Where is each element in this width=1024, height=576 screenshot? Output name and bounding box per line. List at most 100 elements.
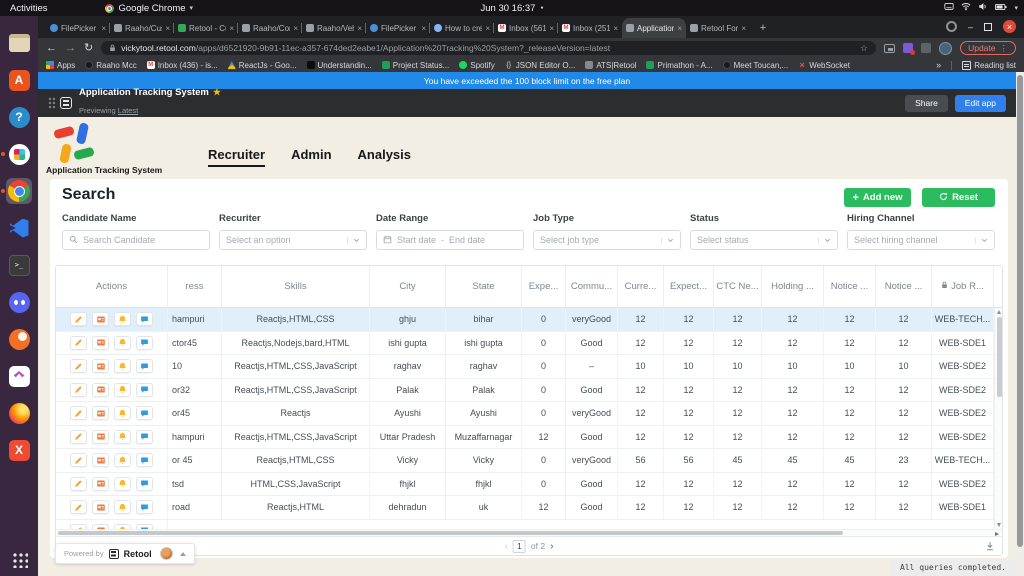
dock-item-firefox[interactable] xyxy=(6,400,32,426)
notify-button[interactable] xyxy=(114,453,131,468)
notify-button[interactable] xyxy=(114,335,131,350)
resume-button[interactable] xyxy=(92,382,109,397)
new-tab-button[interactable] xyxy=(755,20,771,36)
edit-button[interactable] xyxy=(70,382,87,397)
tab-close-icon[interactable] xyxy=(293,24,298,33)
prev-page-button[interactable]: ‹ xyxy=(505,541,508,552)
comment-button[interactable] xyxy=(136,312,153,327)
bookmark-raaho-mcc[interactable]: Raaho Mcc xyxy=(85,61,137,70)
debug-avatar[interactable] xyxy=(159,547,173,560)
bookmark-json-editor-o[interactable]: JSON Editor O... xyxy=(505,61,576,70)
url-input[interactable]: vickytool.retool.com/apps/d6521920-9b91-… xyxy=(101,41,877,55)
recuriter-input[interactable]: Select an option xyxy=(219,230,367,250)
column-header-ress[interactable]: ress xyxy=(168,266,222,307)
status-input[interactable]: Select status xyxy=(690,230,838,250)
bookmark-apps[interactable]: Apps xyxy=(46,61,75,70)
resume-button[interactable] xyxy=(92,335,109,350)
reading-list-button[interactable]: Reading list xyxy=(962,60,1016,70)
battery-icon[interactable] xyxy=(995,3,1008,14)
scroll-right-icon[interactable] xyxy=(995,531,999,536)
retool-logo-icon[interactable] xyxy=(60,97,72,109)
comment-button[interactable] xyxy=(136,500,153,515)
column-header-expe[interactable]: Expe... xyxy=(522,266,566,307)
system-tray[interactable] xyxy=(944,2,1018,14)
bookmark-meet-toucan[interactable]: Meet Toucan,... xyxy=(722,61,788,70)
input-method-icon[interactable] xyxy=(944,2,955,14)
edit-button[interactable] xyxy=(70,429,87,444)
tab-close-icon[interactable] xyxy=(613,24,618,33)
comment-button[interactable] xyxy=(136,406,153,421)
column-header-skills[interactable]: Skills xyxy=(222,266,370,307)
scroll-up-icon[interactable] xyxy=(996,310,1001,314)
share-button[interactable]: Share xyxy=(905,94,948,112)
resume-button[interactable] xyxy=(92,312,109,327)
comment-button[interactable] xyxy=(136,429,153,444)
reload-button[interactable] xyxy=(84,43,93,54)
bookmark-websocket[interactable]: WebSocket xyxy=(798,61,850,70)
comment-button[interactable] xyxy=(136,359,153,374)
media-controls-icon[interactable] xyxy=(945,21,957,32)
close-button[interactable] xyxy=(1003,20,1016,33)
candidate-name-input[interactable]: Search Candidate xyxy=(62,230,210,250)
browser-tab-inbox-251[interactable]: Inbox (251) xyxy=(557,18,622,38)
download-button[interactable] xyxy=(985,541,995,551)
column-header-notice[interactable]: Notice ... xyxy=(876,266,932,307)
column-header-expect[interactable]: Expect... xyxy=(664,266,714,307)
browser-tab-retool-cus[interactable]: Retool - Cus xyxy=(173,18,238,38)
tab-recruiter[interactable]: Recruiter xyxy=(208,147,266,167)
resume-button[interactable] xyxy=(92,476,109,491)
edit-button[interactable] xyxy=(70,500,87,515)
browser-tab-raaho-cust[interactable]: Raaho/Cust xyxy=(109,18,174,38)
bookmark-spotify[interactable]: Spotify xyxy=(459,61,495,70)
scrollbar-thumb[interactable] xyxy=(58,531,844,535)
hiring-channel-input[interactable]: Select hiring channel xyxy=(847,230,995,250)
scrollbar-thumb[interactable] xyxy=(996,317,1002,397)
job-type-input[interactable]: Select job type xyxy=(533,230,681,250)
bookmark-inbox-436-is[interactable]: Inbox (436) - is... xyxy=(146,61,218,70)
scroll-down-icon[interactable] xyxy=(996,523,1001,527)
comment-button[interactable] xyxy=(136,382,153,397)
bookmark-project-status[interactable]: Project Status... xyxy=(381,61,449,70)
dock-item-ubuntu-software[interactable] xyxy=(6,67,32,93)
favorite-star-icon[interactable] xyxy=(213,87,221,98)
tab-close-icon[interactable] xyxy=(677,24,682,33)
notify-button[interactable] xyxy=(114,429,131,444)
notify-button[interactable] xyxy=(114,500,131,515)
app-grid-button[interactable] xyxy=(6,546,32,572)
browser-tab-retool-foru[interactable]: Retool Foru xyxy=(686,18,750,38)
release-link[interactable]: Latest xyxy=(118,106,138,115)
side-panel-icon[interactable] xyxy=(884,43,896,53)
app-menu[interactable]: Google Chrome xyxy=(105,3,193,14)
dock-item-xmind[interactable] xyxy=(6,437,32,463)
resume-button[interactable] xyxy=(92,429,109,444)
browser-tab-filepicker-d[interactable]: FilePicker d xyxy=(46,18,110,38)
maximize-button[interactable] xyxy=(984,22,992,31)
minimize-button[interactable] xyxy=(968,22,973,32)
powered-by-retool[interactable]: Powered by Retool xyxy=(55,543,195,564)
comment-button[interactable] xyxy=(136,453,153,468)
reset-button[interactable]: Reset xyxy=(922,188,995,207)
volume-icon[interactable] xyxy=(978,2,988,14)
extension-icon[interactable] xyxy=(903,43,916,55)
dock-item-vscode[interactable] xyxy=(6,215,32,241)
resume-button[interactable] xyxy=(92,500,109,515)
column-header-city[interactable]: City xyxy=(370,266,446,307)
edit-button[interactable] xyxy=(70,406,87,421)
column-header-state[interactable]: State xyxy=(446,266,522,307)
edit-button[interactable] xyxy=(70,453,87,468)
bookmark-reactjs-goo[interactable]: ReactJs - Goo... xyxy=(227,61,297,70)
bookmark-primathon-a[interactable]: Primathon - A... xyxy=(646,61,713,70)
notify-button[interactable] xyxy=(114,382,131,397)
chevron-up-icon[interactable] xyxy=(179,551,186,556)
column-header-curre[interactable]: Curre... xyxy=(618,266,664,307)
add-new-button[interactable]: Add new xyxy=(844,188,911,207)
wifi-icon[interactable] xyxy=(961,2,971,14)
notify-button[interactable] xyxy=(114,406,131,421)
profile-avatar[interactable] xyxy=(939,41,953,55)
column-header-holding[interactable]: Holding ... xyxy=(762,266,824,307)
chrome-update-button[interactable]: Update xyxy=(960,41,1016,55)
dock-item-postman[interactable] xyxy=(6,326,32,352)
edit-button[interactable] xyxy=(70,476,87,491)
notify-button[interactable] xyxy=(114,476,131,491)
dock-item-terminal[interactable] xyxy=(6,252,32,278)
